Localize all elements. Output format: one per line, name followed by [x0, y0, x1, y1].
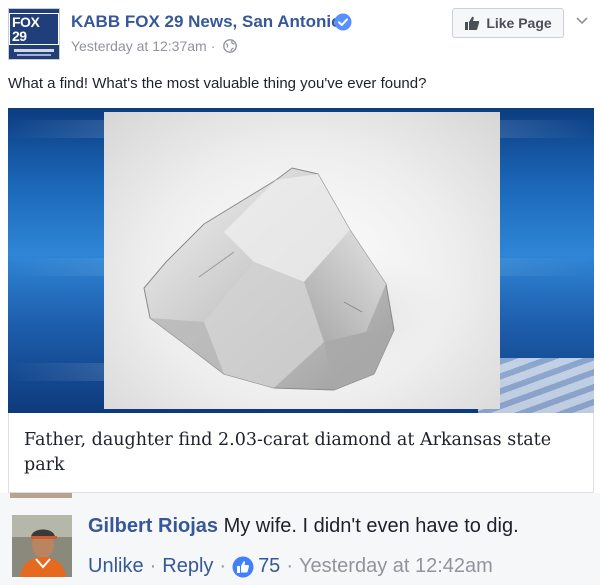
comment-text: My wife. I didn't even have to dig.	[223, 515, 519, 537]
comment: Gilbert Riojas My wife. I didn't even ha…	[0, 503, 600, 585]
post-meta: Yesterday at 12:37am ·	[71, 38, 238, 54]
like-count[interactable]: 75	[258, 555, 280, 578]
diamond-illustration	[143, 167, 459, 391]
action-separator: ·	[149, 555, 157, 577]
comment-actions: Unlike · Reply · 75 · Yesterday at 12:42…	[88, 555, 493, 578]
thumbs-up-icon	[465, 16, 480, 30]
avatar-logo-line	[14, 48, 54, 52]
like-page-button[interactable]: Like Page	[452, 8, 564, 38]
commenter-photo	[12, 515, 72, 577]
reply-link[interactable]: Reply	[162, 555, 213, 578]
chevron-down-icon[interactable]	[574, 12, 590, 28]
commenter-name[interactable]: Gilbert Riojas	[88, 515, 218, 537]
partial-avatar-edge	[10, 493, 72, 498]
like-page-label: Like Page	[486, 15, 552, 31]
action-separator: ·	[219, 555, 227, 577]
post-timestamp[interactable]: Yesterday at 12:37am	[71, 38, 207, 54]
globe-icon	[223, 39, 238, 53]
avatar-logo-line	[17, 53, 51, 56]
comment-body: Gilbert Riojas My wife. I didn't even ha…	[88, 515, 519, 538]
link-preview-title-box[interactable]: Father, daughter find 2.03-carat diamond…	[8, 413, 594, 493]
post-caption: What a find! What's the most valuable th…	[8, 75, 427, 92]
link-preview-title[interactable]: Father, daughter find 2.03-carat diamond…	[24, 428, 574, 478]
comment-timestamp[interactable]: Yesterday at 12:42am	[299, 555, 493, 578]
unlike-link[interactable]: Unlike	[88, 555, 144, 578]
post-header: FOX 29 KABB FOX 29 News, San Antonio Yes…	[0, 0, 600, 68]
meta-separator: ·	[210, 38, 216, 54]
page-name-link[interactable]: KABB FOX 29 News, San Antonio	[71, 12, 341, 32]
comment-divider	[0, 493, 600, 503]
page-avatar[interactable]: FOX 29	[8, 8, 60, 60]
diamond-photo	[104, 112, 500, 409]
action-separator: ·	[286, 555, 293, 577]
like-reaction-icon[interactable]	[232, 556, 254, 578]
avatar-logo-text: FOX 29	[9, 12, 59, 45]
link-preview-image[interactable]	[8, 108, 594, 413]
commenter-avatar[interactable]	[12, 515, 72, 577]
verified-check-icon	[334, 13, 352, 31]
